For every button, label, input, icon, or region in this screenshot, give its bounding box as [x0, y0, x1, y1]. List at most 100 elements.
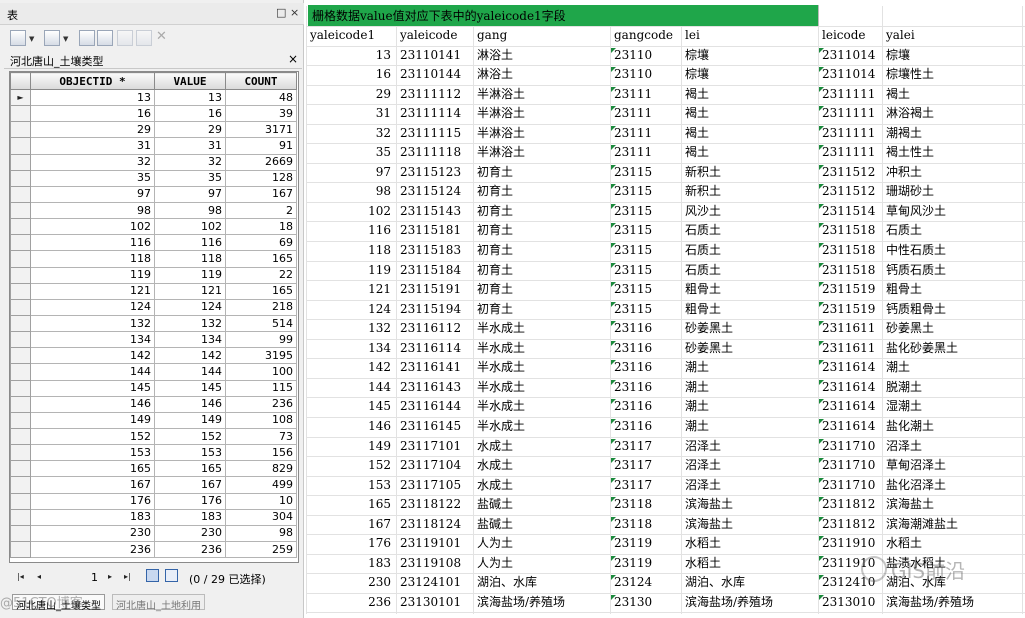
cell-count[interactable]: 100 — [225, 363, 297, 381]
cell-leicode[interactable]: 2311614 — [822, 418, 878, 436]
cell-yalei[interactable]: 盐化沼泽土 — [886, 477, 1022, 495]
cell-value[interactable]: 119 — [154, 266, 226, 284]
cell-value[interactable]: 152 — [154, 427, 226, 446]
cell-leicode[interactable]: 2311710 — [822, 457, 878, 475]
table-row[interactable]: 35 35 128 — [10, 169, 297, 187]
cell-count[interactable]: 91 — [225, 137, 297, 155]
row-selector[interactable] — [10, 234, 31, 252]
cell-count[interactable]: 18 — [225, 218, 297, 236]
cell-gang[interactable]: 滨海盐场/养殖场 — [477, 594, 603, 612]
cell-lei[interactable]: 沼泽土 — [685, 438, 811, 456]
cell-lei[interactable]: 风沙土 — [685, 203, 811, 221]
table-row[interactable]: 152 152 73 — [10, 427, 297, 446]
cell-yalei[interactable]: 草甸沼泽土 — [886, 457, 1022, 475]
cell-objectid[interactable]: 149 — [30, 411, 155, 429]
cell-lei[interactable]: 粗骨土 — [685, 281, 811, 299]
cell-value[interactable]: 35 — [154, 169, 226, 187]
cell-leicode[interactable]: 2311614 — [822, 379, 878, 397]
cell-leicode[interactable]: 2311910 — [822, 535, 878, 553]
column-header-gangcode[interactable]: gangcode — [614, 27, 676, 45]
cell-yaleicode1[interactable]: 102 — [310, 203, 391, 221]
cell-yaleicode[interactable]: 23116143 — [400, 379, 468, 397]
cell-gang[interactable]: 初育土 — [477, 183, 603, 201]
cell-value[interactable]: 134 — [154, 331, 226, 349]
column-header-value[interactable]: VALUE — [154, 72, 226, 90]
cell-yalei[interactable]: 钙质粗骨土 — [886, 301, 1022, 319]
cell-gangcode[interactable]: 23115 — [614, 222, 676, 240]
cell-lei[interactable]: 潮土 — [685, 379, 811, 397]
row-selector[interactable] — [10, 379, 31, 397]
cell-lei[interactable]: 石质土 — [685, 222, 811, 240]
cell-gang[interactable]: 人为土 — [477, 555, 603, 573]
cell-objectid[interactable]: 145 — [30, 379, 155, 397]
row-selector[interactable] — [10, 524, 31, 542]
cell-gangcode[interactable]: 23116 — [614, 340, 676, 358]
first-record-icon[interactable]: |◂ — [17, 572, 24, 581]
cell-gangcode[interactable]: 23124 — [614, 574, 676, 592]
next-record-icon[interactable]: ▸ — [108, 572, 112, 581]
cell-gangcode[interactable]: 23115 — [614, 262, 676, 280]
cell-count[interactable]: 108 — [225, 411, 297, 429]
cell-lei[interactable]: 褐土 — [685, 144, 811, 162]
cell-value[interactable]: 167 — [154, 476, 226, 494]
cell-value[interactable]: 124 — [154, 298, 226, 316]
attribute-grid[interactable]: OBJECTID * VALUE COUNT ► 13 13 48 16 16 39 29 29… — [9, 71, 299, 563]
cell-yaleicode[interactable]: 23116112 — [400, 320, 468, 338]
cell-yalei[interactable]: 脱潮土 — [886, 379, 1022, 397]
cell-count[interactable]: 73 — [225, 427, 297, 446]
cell-yaleicode1[interactable]: 13 — [310, 47, 391, 65]
cell-yaleicode[interactable]: 23117104 — [400, 457, 468, 475]
cell-yaleicode1[interactable]: 176 — [310, 535, 391, 553]
table-row[interactable]: 165 165 829 — [10, 460, 297, 478]
cell-yaleicode[interactable]: 23115191 — [400, 281, 468, 299]
cell-yaleicode[interactable]: 23111115 — [400, 125, 468, 143]
cell-gangcode[interactable]: 23115 — [614, 301, 676, 319]
cell-leicode[interactable]: 2311614 — [822, 359, 878, 377]
row-selector[interactable] — [10, 250, 31, 268]
tab-land-use[interactable]: 河北唐山_土地利用 — [112, 594, 205, 612]
table-row[interactable]: 176 176 10 — [10, 492, 297, 510]
row-selector[interactable] — [10, 347, 31, 365]
cell-objectid[interactable]: 97 — [30, 185, 155, 203]
cell-gangcode[interactable]: 23111 — [614, 125, 676, 143]
table-row[interactable]: 31 31 91 — [10, 137, 297, 155]
row-selector[interactable] — [10, 153, 31, 171]
cell-yaleicode1[interactable]: 116 — [310, 222, 391, 240]
cell-lei[interactable]: 砂姜黑土 — [685, 340, 811, 358]
cell-yaleicode1[interactable]: 119 — [310, 262, 391, 280]
table-row[interactable]: 146 146 236 — [10, 395, 297, 413]
cell-yalei[interactable]: 盐化潮土 — [886, 418, 1022, 436]
cell-yaleicode1[interactable]: 98 — [310, 183, 391, 201]
cell-gangcode[interactable]: 23116 — [614, 320, 676, 338]
cell-count[interactable]: 98 — [225, 524, 297, 542]
cell-leicode[interactable]: 2311710 — [822, 438, 878, 456]
cell-value[interactable]: 144 — [154, 363, 226, 381]
cell-yaleicode1[interactable]: 167 — [310, 516, 391, 534]
cell-yaleicode[interactable]: 23111118 — [400, 144, 468, 162]
cell-gangcode[interactable]: 23119 — [614, 555, 676, 573]
cell-objectid[interactable]: 32 — [30, 153, 155, 171]
cell-gang[interactable]: 半水成土 — [477, 379, 603, 397]
cell-value[interactable]: 183 — [154, 508, 226, 526]
table-row[interactable]: 102 102 18 — [10, 218, 297, 236]
cell-yalei[interactable]: 粗骨土 — [886, 281, 1022, 299]
cell-yaleicode[interactable]: 23116141 — [400, 359, 468, 377]
cell-leicode[interactable]: 2311111 — [822, 144, 878, 162]
cell-gang[interactable]: 湖泊、水库 — [477, 574, 603, 592]
table-options-icon[interactable] — [10, 30, 26, 46]
cell-yaleicode[interactable]: 23116144 — [400, 398, 468, 416]
cell-leicode[interactable]: 2311512 — [822, 164, 878, 182]
cell-gang[interactable]: 半淋浴土 — [477, 125, 603, 143]
cell-yaleicode1[interactable]: 124 — [310, 301, 391, 319]
table-row[interactable]: 230 230 98 — [10, 524, 297, 542]
table-row[interactable]: 142 142 3195 — [10, 347, 297, 365]
cell-yaleicode[interactable]: 23118124 — [400, 516, 468, 534]
cell-lei[interactable]: 棕壤 — [685, 66, 811, 84]
cell-leicode[interactable]: 2311111 — [822, 105, 878, 123]
cell-value[interactable]: 116 — [154, 234, 226, 252]
column-header-leicode[interactable]: leicode — [822, 27, 878, 45]
cell-leicode[interactable]: 2311518 — [822, 242, 878, 260]
row-selector[interactable] — [10, 411, 31, 429]
cell-yalei[interactable]: 滨海盐土 — [886, 496, 1022, 514]
cell-yaleicode[interactable]: 23116114 — [400, 340, 468, 358]
